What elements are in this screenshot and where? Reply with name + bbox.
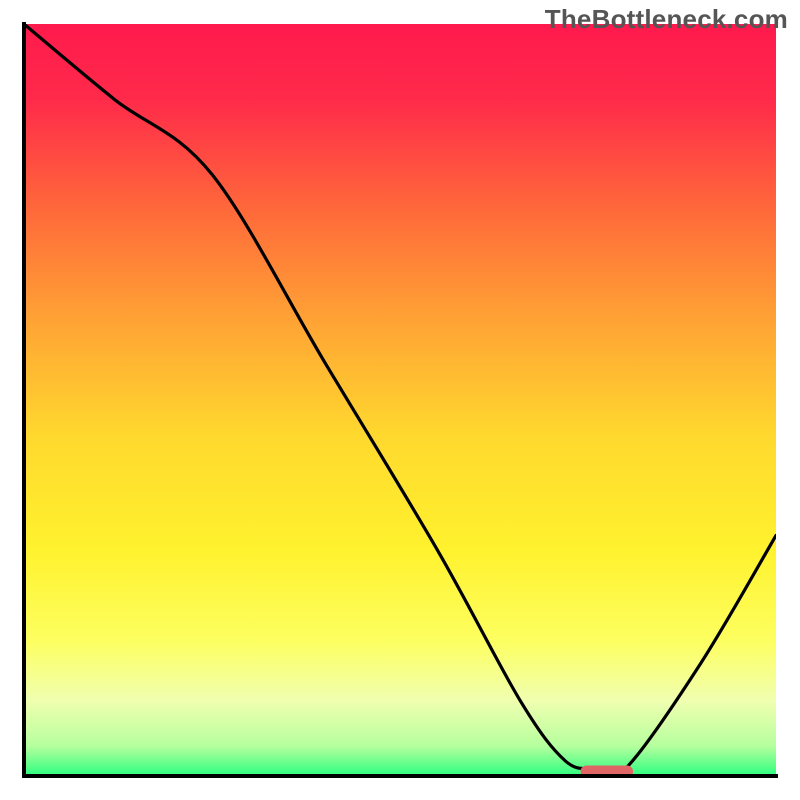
chart-overlay xyxy=(24,24,776,776)
chart-canvas: TheBottleneck.com xyxy=(0,0,800,800)
bottleneck-curve xyxy=(24,24,776,776)
plot-area xyxy=(24,24,776,776)
sweet-spot-marker xyxy=(581,766,634,777)
watermark-text: TheBottleneck.com xyxy=(545,4,788,35)
